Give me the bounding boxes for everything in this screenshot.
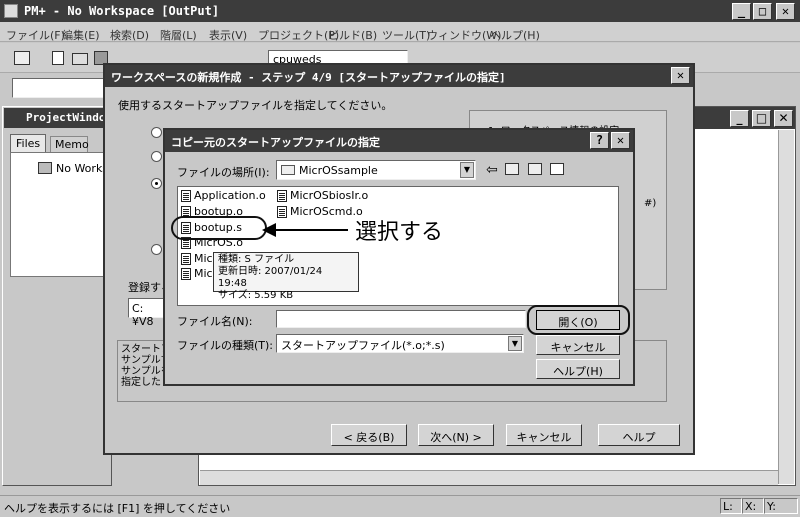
radio-option-4[interactable] bbox=[151, 244, 162, 255]
wizard-close-button[interactable]: ✕ bbox=[671, 67, 690, 84]
tab-files[interactable]: Files bbox=[10, 134, 46, 152]
tooltip-modified: 更新日時: 2007/01/24 19:48 bbox=[218, 266, 323, 289]
output-close-button[interactable]: ✕ bbox=[774, 110, 793, 127]
tooltip-size: サイズ: 5.59 KB bbox=[218, 290, 294, 301]
list-item[interactable]: Mic bbox=[181, 267, 213, 280]
list-item[interactable]: Application.o bbox=[181, 189, 266, 202]
tooltip-type: 種類: S ファイル bbox=[218, 254, 295, 265]
close-button[interactable]: ✕ bbox=[776, 3, 795, 20]
menu-view[interactable]: 表示(V) bbox=[209, 27, 247, 43]
output-maximize-button[interactable]: □ bbox=[752, 110, 771, 127]
tab-memo[interactable]: Memo bbox=[50, 136, 89, 152]
file-dialog-help-button[interactable]: ヘルプ(H) bbox=[536, 359, 620, 379]
path-field[interactable]: C:¥V8 bbox=[128, 298, 168, 328]
filename-input[interactable] bbox=[276, 310, 526, 328]
new-folder-icon[interactable] bbox=[528, 163, 542, 175]
status-text: ヘルプを表示するには [F1] を押してください bbox=[4, 502, 231, 515]
file-icon bbox=[277, 206, 287, 218]
toolbar-open-icon[interactable] bbox=[52, 51, 64, 65]
filetype-combo[interactable]: スタートアップファイル(*.o;*.s) ▼ bbox=[276, 334, 524, 353]
open-button-highlight-ellipse bbox=[527, 305, 630, 335]
location-combo[interactable]: MicrOSsample ▼ bbox=[276, 160, 476, 180]
radio-option-3[interactable] bbox=[151, 178, 162, 189]
annotation-text: 選択する bbox=[355, 220, 444, 245]
menu-tools[interactable]: ツール(T) bbox=[382, 27, 430, 43]
file-icon bbox=[181, 268, 191, 280]
menu-build[interactable]: ビルド(B) bbox=[328, 27, 377, 43]
file-dialog-title: コピー元のスタートアップファイルの指定 bbox=[171, 136, 380, 149]
file-dialog-close-button[interactable]: ✕ bbox=[611, 132, 630, 149]
chevron-down-icon[interactable]: ▼ bbox=[460, 162, 474, 178]
toolbar-new-icon[interactable] bbox=[14, 51, 30, 65]
filetype-label: ファイルの種類(T): bbox=[177, 339, 274, 352]
file-icon bbox=[277, 190, 287, 202]
view-menu-icon[interactable] bbox=[550, 163, 564, 175]
location-label: ファイルの場所(I): bbox=[177, 166, 270, 179]
chevron-down-icon[interactable]: ▼ bbox=[508, 336, 522, 351]
folder-icon bbox=[281, 165, 295, 175]
status-field-l: L: bbox=[720, 498, 742, 514]
list-item[interactable]: MicrOSbiosIr.o bbox=[277, 189, 368, 202]
radio-option-1[interactable] bbox=[151, 127, 162, 138]
menu-search[interactable]: 検索(D) bbox=[110, 27, 149, 43]
project-window-title: ProjectWindo bbox=[26, 111, 106, 124]
wizard-title: ワークスペースの新規作成 - ステップ 4/9 [スタートアップファイルの指定] bbox=[111, 71, 506, 84]
toolbar-folder-icon[interactable] bbox=[72, 53, 88, 65]
output-vertical-scrollbar[interactable] bbox=[778, 130, 794, 484]
back-arrow-icon[interactable]: ⇦ bbox=[486, 162, 498, 178]
selection-highlight-ellipse bbox=[171, 216, 267, 240]
app-icon bbox=[4, 4, 18, 18]
menu-file[interactable]: ファイル(F) bbox=[6, 27, 65, 43]
output-horizontal-scrollbar[interactable] bbox=[200, 470, 778, 485]
wizard-help-button[interactable]: ヘルプ bbox=[598, 424, 680, 446]
next-button[interactable]: 次へ(N) > bbox=[418, 424, 494, 446]
radio-option-2[interactable] bbox=[151, 151, 162, 162]
menu-edit[interactable]: 編集(E) bbox=[62, 27, 100, 43]
menu-hierarchy[interactable]: 階層(L) bbox=[160, 27, 197, 43]
file-dialog-title-bar: コピー元のスタートアップファイルの指定 ? ✕ bbox=[165, 130, 633, 152]
file-icon bbox=[181, 253, 191, 265]
list-item[interactable]: MicrOScmd.o bbox=[277, 205, 363, 218]
main-title-bar: PM+ - No Workspace [OutPut] _ □ ✕ bbox=[0, 0, 800, 22]
project-window-title-bar: ProjectWindo bbox=[4, 108, 110, 128]
wizard-steps-hash: #) bbox=[644, 198, 657, 209]
list-item[interactable]: Mic bbox=[181, 252, 213, 265]
file-tooltip: 種類: S ファイル 更新日時: 2007/01/24 19:48 サイズ: 5… bbox=[213, 252, 359, 301]
menu-help[interactable]: ヘルプ(H) bbox=[490, 27, 540, 43]
wizard-cancel-button[interactable]: キャンセル bbox=[506, 424, 582, 446]
minimize-button[interactable]: _ bbox=[732, 3, 751, 20]
wizard-prompt: 使用するスタートアップファイルを指定してください。 bbox=[118, 99, 393, 112]
up-folder-icon[interactable] bbox=[505, 163, 519, 175]
toolbar-combo[interactable] bbox=[12, 78, 112, 98]
file-dialog-cancel-button[interactable]: キャンセル bbox=[536, 335, 620, 355]
output-minimize-button[interactable]: _ bbox=[730, 110, 749, 127]
status-field-x: X: bbox=[742, 498, 764, 514]
wizard-title-bar: ワークスペースの新規作成 - ステップ 4/9 [スタートアップファイルの指定]… bbox=[105, 65, 693, 87]
main-title: PM+ - No Workspace [OutPut] bbox=[24, 4, 220, 18]
file-dialog-help-icon[interactable]: ? bbox=[590, 132, 609, 149]
filename-label: ファイル名(N): bbox=[177, 315, 253, 328]
back-button[interactable]: < 戻る(B) bbox=[331, 424, 407, 446]
annotation-arrow bbox=[262, 223, 348, 237]
maximize-button[interactable]: □ bbox=[753, 3, 772, 20]
file-icon bbox=[181, 190, 191, 202]
workspace-tree-icon bbox=[38, 162, 52, 174]
status-field-y: Y: bbox=[764, 498, 798, 514]
